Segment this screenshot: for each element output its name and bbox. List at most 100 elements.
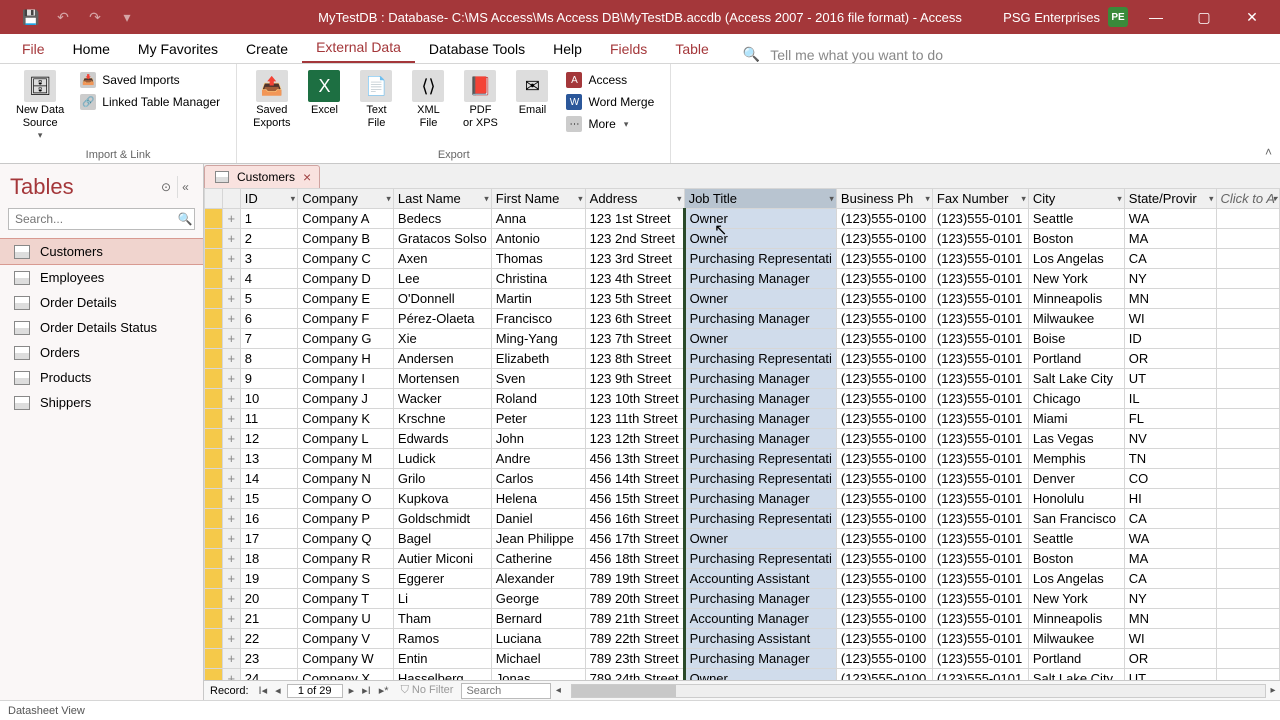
- cell-id[interactable]: 17: [240, 529, 297, 549]
- cell-lastname[interactable]: O'Donnell: [393, 289, 491, 309]
- table-row[interactable]: +16Company PGoldschmidtDaniel456 16th St…: [205, 509, 1280, 529]
- cell-add[interactable]: [1216, 649, 1279, 669]
- cell-lastname[interactable]: Li: [393, 589, 491, 609]
- row-selector[interactable]: [205, 209, 223, 229]
- chevron-down-icon[interactable]: ▾: [386, 193, 391, 204]
- cell-company[interactable]: Company T: [298, 589, 394, 609]
- cell-lastname[interactable]: Xie: [393, 329, 491, 349]
- cell-company[interactable]: Company K: [298, 409, 394, 429]
- cell-id[interactable]: 4: [240, 269, 297, 289]
- cell-id[interactable]: 24: [240, 669, 297, 681]
- cell-lastname[interactable]: Andersen: [393, 349, 491, 369]
- undo-icon[interactable]: ↶: [54, 8, 72, 26]
- next-record-button[interactable]: ▸: [345, 684, 359, 697]
- cell-jobtitle[interactable]: Owner: [684, 529, 836, 549]
- expand-row-icon[interactable]: +: [222, 509, 240, 529]
- cell-fax[interactable]: (123)555-0101: [932, 329, 1028, 349]
- cell-address[interactable]: 456 18th Street: [585, 549, 684, 569]
- prev-record-button[interactable]: ◂: [271, 684, 285, 697]
- cell-jobtitle[interactable]: Purchasing Manager: [684, 429, 836, 449]
- cell-fax[interactable]: (123)555-0101: [932, 649, 1028, 669]
- cell-lastname[interactable]: Gratacos Solso: [393, 229, 491, 249]
- cell-address[interactable]: 123 5th Street: [585, 289, 684, 309]
- row-selector[interactable]: [205, 489, 223, 509]
- table-row[interactable]: +7Company GXieMing-Yang123 7th StreetOwn…: [205, 329, 1280, 349]
- tab-home[interactable]: Home: [59, 35, 124, 63]
- cell-lastname[interactable]: Entin: [393, 649, 491, 669]
- cell-add[interactable]: [1216, 429, 1279, 449]
- cell-add[interactable]: [1216, 389, 1279, 409]
- expand-row-icon[interactable]: +: [222, 329, 240, 349]
- cell-address[interactable]: 789 22th Street: [585, 629, 684, 649]
- nav-item-orders[interactable]: Orders: [0, 340, 203, 365]
- column-header-first-name[interactable]: First Name▾: [491, 189, 585, 209]
- cell-state[interactable]: WI: [1124, 309, 1216, 329]
- table-row[interactable]: +20Company TLiGeorge789 20th StreetPurch…: [205, 589, 1280, 609]
- cell-lastname[interactable]: Krschne: [393, 409, 491, 429]
- cell-phone[interactable]: (123)555-0100: [836, 229, 932, 249]
- table-row[interactable]: +15Company OKupkovaHelena456 15th Street…: [205, 489, 1280, 509]
- cell-add[interactable]: [1216, 249, 1279, 269]
- expand-row-icon[interactable]: +: [222, 429, 240, 449]
- row-selector[interactable]: [205, 289, 223, 309]
- cell-firstname[interactable]: Ming-Yang: [491, 329, 585, 349]
- row-selector[interactable]: [205, 449, 223, 469]
- expand-row-icon[interactable]: +: [222, 569, 240, 589]
- nav-item-shippers[interactable]: Shippers: [0, 390, 203, 415]
- table-row[interactable]: +12Company LEdwardsJohn123 12th StreetPu…: [205, 429, 1280, 449]
- cell-jobtitle[interactable]: Purchasing Representati: [684, 469, 836, 489]
- table-row[interactable]: +11Company KKrschnePeter123 11th StreetP…: [205, 409, 1280, 429]
- cell-state[interactable]: OR: [1124, 349, 1216, 369]
- cell-state[interactable]: OR: [1124, 649, 1216, 669]
- tab-database-tools[interactable]: Database Tools: [415, 35, 539, 63]
- cell-address[interactable]: 123 12th Street: [585, 429, 684, 449]
- cell-id[interactable]: 3: [240, 249, 297, 269]
- column-header-address[interactable]: Address▾: [585, 189, 684, 209]
- cell-firstname[interactable]: Christina: [491, 269, 585, 289]
- nav-item-products[interactable]: Products: [0, 365, 203, 390]
- cell-city[interactable]: Boston: [1028, 229, 1124, 249]
- filter-indicator[interactable]: ⛉ No Filter: [393, 684, 462, 697]
- tab-create[interactable]: Create: [232, 35, 302, 63]
- cell-lastname[interactable]: Wacker: [393, 389, 491, 409]
- cell-phone[interactable]: (123)555-0100: [836, 589, 932, 609]
- cell-phone[interactable]: (123)555-0100: [836, 529, 932, 549]
- cell-lastname[interactable]: Kupkova: [393, 489, 491, 509]
- cell-phone[interactable]: (123)555-0100: [836, 509, 932, 529]
- linked-table-manager-button[interactable]: 🔗Linked Table Manager: [78, 92, 222, 112]
- column-header-fax-number[interactable]: Fax Number▾: [932, 189, 1028, 209]
- cell-jobtitle[interactable]: Purchasing Representati: [684, 349, 836, 369]
- cell-city[interactable]: Boston: [1028, 549, 1124, 569]
- expand-row-icon[interactable]: +: [222, 229, 240, 249]
- cell-firstname[interactable]: Roland: [491, 389, 585, 409]
- cell-add[interactable]: [1216, 529, 1279, 549]
- tab-external-data[interactable]: External Data: [302, 33, 415, 63]
- cell-company[interactable]: Company R: [298, 549, 394, 569]
- column-header-city[interactable]: City▾: [1028, 189, 1124, 209]
- cell-id[interactable]: 6: [240, 309, 297, 329]
- table-row[interactable]: +23Company WEntinMichael789 23th StreetP…: [205, 649, 1280, 669]
- table-row[interactable]: +2Company BGratacos SolsoAntonio123 2nd …: [205, 229, 1280, 249]
- cell-fax[interactable]: (123)555-0101: [932, 269, 1028, 289]
- cell-jobtitle[interactable]: Owner: [684, 229, 836, 249]
- cell-company[interactable]: Company G: [298, 329, 394, 349]
- cell-company[interactable]: Company U: [298, 609, 394, 629]
- redo-icon[interactable]: ↷: [86, 8, 104, 26]
- chevron-down-icon[interactable]: ▾: [1209, 193, 1214, 204]
- column-header-click-to-a[interactable]: Click to A▾: [1216, 189, 1279, 209]
- cell-lastname[interactable]: Bedecs: [393, 209, 491, 229]
- table-row[interactable]: +21Company UThamBernard789 21th StreetAc…: [205, 609, 1280, 629]
- cell-state[interactable]: NV: [1124, 429, 1216, 449]
- cell-firstname[interactable]: Jean Philippe: [491, 529, 585, 549]
- cell-city[interactable]: New York: [1028, 269, 1124, 289]
- cell-id[interactable]: 7: [240, 329, 297, 349]
- cell-phone[interactable]: (123)555-0100: [836, 569, 932, 589]
- cell-state[interactable]: IL: [1124, 389, 1216, 409]
- expand-row-icon[interactable]: +: [222, 209, 240, 229]
- cell-phone[interactable]: (123)555-0100: [836, 669, 932, 681]
- word-merge-button[interactable]: WWord Merge: [564, 92, 656, 112]
- qat-customize-icon[interactable]: ▾: [118, 8, 136, 26]
- cell-id[interactable]: 23: [240, 649, 297, 669]
- table-row[interactable]: +17Company QBagelJean Philippe456 17th S…: [205, 529, 1280, 549]
- cell-firstname[interactable]: Antonio: [491, 229, 585, 249]
